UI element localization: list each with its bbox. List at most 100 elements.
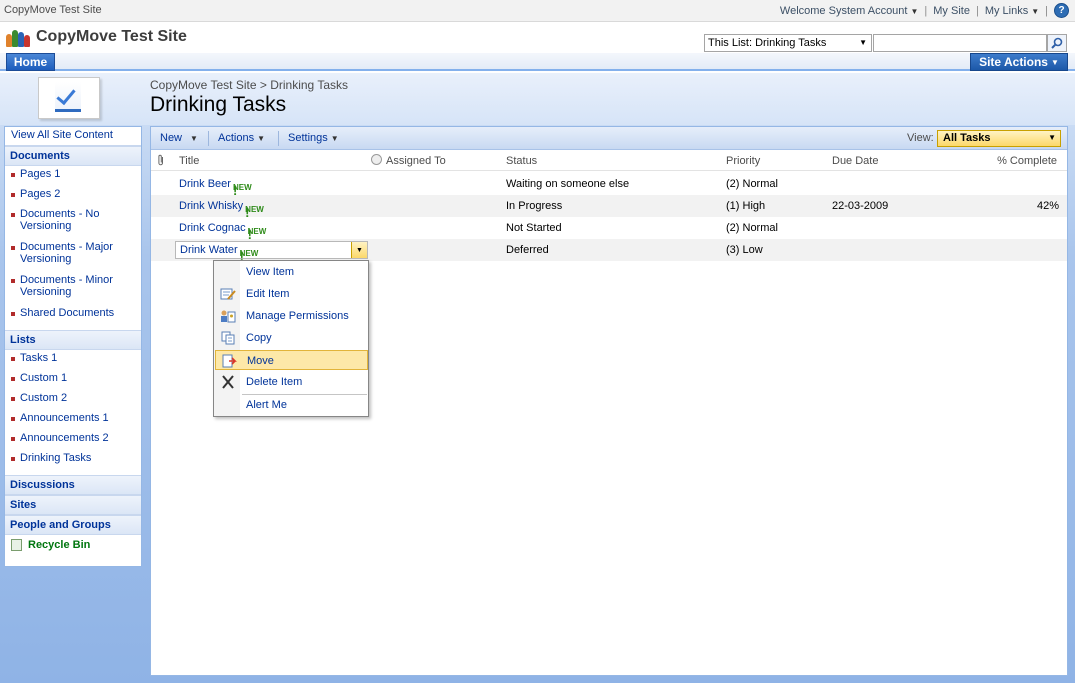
view-all-site-content-link[interactable]: View All Site Content <box>5 127 141 146</box>
menu-item-label: Move <box>247 355 274 367</box>
search-scope-select[interactable]: This List: Drinking Tasks ▼ <box>704 34 872 52</box>
toolbar-separator <box>278 131 279 146</box>
site-actions-menu[interactable]: Site Actions ▼ <box>970 53 1068 71</box>
edit-item-icon <box>220 288 236 300</box>
task-title-cell: Drink Cognac! NEW <box>179 222 266 242</box>
actions-label: Actions <box>218 132 255 144</box>
permissions-icon <box>221 310 236 323</box>
nav-heading-lists[interactable]: Lists <box>5 330 141 350</box>
top-nav: Home Site Actions ▼ <box>0 53 1075 71</box>
quick-launch: View All Site Content Documents Pages 1 … <box>4 126 142 567</box>
column-headers: Title Assigned To Status Priority Due Da… <box>151 151 1067 171</box>
nav-item-pages-1[interactable]: Pages 1 <box>5 166 141 186</box>
menu-item-label: Copy <box>246 332 272 344</box>
table-row-selected: Drink Water! NEW ▼ Deferred (3) Low <box>151 239 1067 264</box>
search-scope-value: This List: Drinking Tasks <box>708 37 827 49</box>
recycle-bin-label: Recycle Bin <box>28 539 91 551</box>
new-menu[interactable]: New ▼ <box>160 132 198 144</box>
menu-item-delete-item[interactable]: Delete Item <box>215 372 368 392</box>
menu-item-label: Delete Item <box>246 376 303 388</box>
toolbar-separator <box>208 131 209 146</box>
column-percent-complete[interactable]: % Complete <box>997 155 1057 167</box>
nav-item-announcements-1[interactable]: Announcements 1 <box>5 410 141 430</box>
task-title-link[interactable]: Drink Cognac <box>179 222 246 234</box>
search-button[interactable] <box>1047 34 1067 52</box>
my-links-label: My Links <box>984 4 1029 17</box>
menu-item-copy[interactable]: Copy <box>215 328 368 348</box>
status-cell: Deferred <box>506 244 549 256</box>
actions-menu[interactable]: Actions ▼ <box>218 132 265 144</box>
nav-heading-sites[interactable]: Sites <box>5 495 141 515</box>
nav-item-custom-2[interactable]: Custom 2 <box>5 390 141 410</box>
welcome-label: Welcome System Account <box>779 4 908 17</box>
search-input[interactable] <box>873 34 1047 52</box>
help-icon[interactable]: ? <box>1054 3 1069 18</box>
table-row: Drink Whisky! NEW In Progress (1) High 22… <box>151 195 1067 220</box>
nav-item-announcements-2[interactable]: Announcements 2 <box>5 430 141 450</box>
nav-heading-discussions[interactable]: Discussions <box>5 475 141 495</box>
new-badge: NEW <box>245 205 264 214</box>
nav-heading-documents[interactable]: Documents <box>5 146 141 166</box>
recycle-bin-link[interactable]: Recycle Bin <box>5 535 141 555</box>
my-site-link[interactable]: My Site <box>933 5 970 17</box>
item-context-menu: View Item Edit Item Manage Permissions C… <box>213 260 369 417</box>
priority-cell: (1) High <box>726 200 766 212</box>
new-badge: NEW <box>247 227 267 236</box>
view-label: View: <box>907 132 934 144</box>
menu-item-move[interactable]: Move <box>215 350 368 370</box>
chevron-down-icon: ▼ <box>1048 133 1056 142</box>
menu-item-alert-me[interactable]: Alert Me <box>215 395 368 415</box>
chevron-down-icon: ▼ <box>1031 6 1040 16</box>
my-links-menu[interactable]: My Links ▼ <box>985 5 1039 17</box>
tab-home[interactable]: Home <box>6 53 55 71</box>
global-bar: CopyMove Test Site Welcome System Accoun… <box>0 0 1075 22</box>
column-priority[interactable]: Priority <box>726 155 760 167</box>
breadcrumb-site-link[interactable]: CopyMove Test Site <box>150 78 257 92</box>
task-title-link[interactable]: Drink Water <box>180 244 238 256</box>
selected-title-box[interactable]: Drink Water! NEW ▼ <box>175 241 368 264</box>
nav-item-tasks-1[interactable]: Tasks 1 <box>5 350 141 370</box>
nav-item-documents-no-versioning[interactable]: Documents - No Versioning <box>5 206 141 239</box>
menu-item-label: Alert Me <box>246 399 287 411</box>
nav-item-custom-1[interactable]: Custom 1 <box>5 370 141 390</box>
task-title-link[interactable]: Drink Beer <box>179 178 231 190</box>
column-status[interactable]: Status <box>506 155 537 167</box>
page-title: Drinking Tasks <box>150 93 287 116</box>
nav-item-documents-minor-versioning[interactable]: Documents - Minor Versioning <box>5 272 141 305</box>
menu-item-manage-permissions[interactable]: Manage Permissions <box>215 306 368 326</box>
status-cell: Not Started <box>506 222 562 234</box>
status-cell: In Progress <box>506 200 563 212</box>
table-row: Drink Beer! NEW Waiting on someone else (… <box>151 173 1067 198</box>
view-selector-value: All Tasks <box>943 132 991 144</box>
column-title[interactable]: Title <box>179 155 199 167</box>
separator: | <box>1045 4 1048 17</box>
priority-cell: (2) Normal <box>726 178 778 190</box>
task-list-icon <box>38 77 100 119</box>
menu-item-edit-item[interactable]: Edit Item <box>215 284 368 304</box>
menu-item-view-item[interactable]: View Item <box>215 262 368 282</box>
nav-heading-people-and-groups[interactable]: People and Groups <box>5 515 141 535</box>
item-menu-button[interactable]: ▼ <box>351 242 367 258</box>
welcome-menu[interactable]: Welcome System Account ▼ <box>780 5 919 17</box>
site-title[interactable]: CopyMove Test Site <box>36 28 187 46</box>
nav-item-drinking-tasks[interactable]: Drinking Tasks <box>5 450 141 470</box>
task-title-cell: Drink Whisky! NEW <box>179 200 264 220</box>
new-badge: NEW <box>239 249 259 258</box>
column-due-date[interactable]: Due Date <box>832 155 878 167</box>
attachment-icon[interactable] <box>157 154 165 169</box>
list-toolbar: New ▼ Actions ▼ Settings ▼ View: All Tasks … <box>151 127 1067 150</box>
column-assigned-to[interactable]: Assigned To <box>386 155 446 167</box>
nav-item-pages-2[interactable]: Pages 2 <box>5 186 141 206</box>
move-icon <box>222 354 237 368</box>
global-site-name[interactable]: CopyMove Test Site <box>4 4 102 16</box>
settings-menu[interactable]: Settings ▼ <box>288 132 339 144</box>
view-selector[interactable]: All Tasks ▼ <box>937 130 1061 147</box>
copy-icon <box>221 331 235 345</box>
global-links: Welcome System Account ▼ | My Site | My L… <box>780 3 1069 18</box>
nav-item-documents-major-versioning[interactable]: Documents - Major Versioning <box>5 239 141 272</box>
people-logo-icon <box>6 28 30 48</box>
recycle-bin-icon <box>11 539 22 551</box>
task-title-link[interactable]: Drink Whisky <box>179 200 243 212</box>
menu-item-label: View Item <box>246 266 295 278</box>
nav-item-shared-documents[interactable]: Shared Documents <box>5 305 141 325</box>
